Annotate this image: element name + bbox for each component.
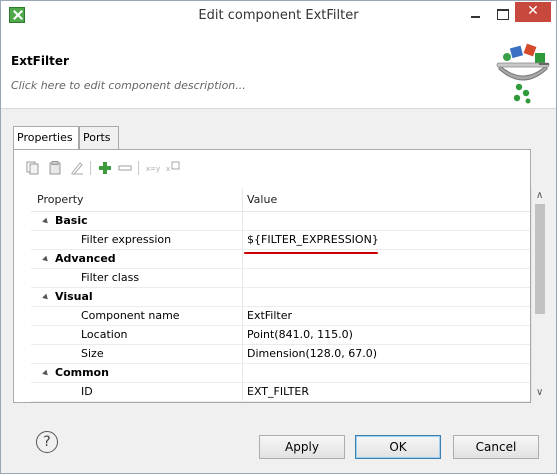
property-name: Filter expression — [81, 233, 172, 246]
expand-arrow-icon[interactable] — [42, 255, 50, 263]
edit-icon[interactable] — [70, 161, 84, 175]
column-header-value[interactable]: Value — [247, 193, 277, 206]
paste-icon[interactable] — [48, 161, 62, 175]
property-value[interactable]: EXT_FILTER — [247, 385, 309, 398]
svg-text:x=y: x=y — [146, 165, 160, 173]
cancel-button[interactable]: Cancel — [453, 435, 539, 459]
remove-icon[interactable] — [118, 161, 132, 175]
table-row[interactable]: Location Point(841.0, 115.0) — [31, 326, 530, 345]
properties-toolbar: x=y x — [14, 151, 530, 185]
table-row[interactable]: Advanced — [31, 250, 530, 269]
property-value[interactable]: Point(841.0, 115.0) — [247, 328, 353, 341]
property-value[interactable]: ${FILTER_EXPRESSION} — [247, 233, 379, 246]
close-button[interactable]: ✕ — [515, 2, 551, 22]
move-down-icon[interactable]: x — [166, 161, 182, 175]
property-name: ID — [81, 385, 93, 398]
component-name: ExtFilter — [11, 54, 69, 68]
add-icon[interactable] — [98, 161, 112, 175]
tab-ports[interactable]: Ports — [79, 126, 119, 150]
component-header: ExtFilter Click here to edit component d… — [1, 31, 556, 109]
ok-button[interactable]: OK — [355, 435, 441, 459]
table-row[interactable]: Component name ExtFilter — [31, 307, 530, 326]
property-name: Location — [81, 328, 128, 341]
property-name: Component name — [81, 309, 180, 322]
table-header: Property Value — [31, 188, 530, 212]
toolbar-separator — [90, 161, 91, 175]
move-up-icon[interactable]: x=y — [146, 161, 162, 175]
table-row[interactable]: Common — [31, 364, 530, 383]
vertical-scrollbar[interactable]: ∧ ∨ — [531, 188, 548, 402]
edit-component-dialog: Edit component ExtFilter ✕ ExtFilter Cli… — [0, 0, 557, 474]
group-label: Visual — [55, 290, 93, 303]
column-header-property[interactable]: Property — [37, 193, 84, 206]
apply-button[interactable]: Apply — [259, 435, 345, 459]
property-value[interactable]: Dimension(128.0, 67.0) — [247, 347, 377, 360]
expand-arrow-icon[interactable] — [42, 293, 50, 301]
table-row[interactable]: Visual — [31, 288, 530, 307]
title-bar[interactable]: Edit component ExtFilter ✕ — [1, 1, 556, 31]
table-row[interactable]: Size Dimension(128.0, 67.0) — [31, 345, 530, 364]
table-row[interactable]: Filter expression ${FILTER_EXPRESSION} — [31, 231, 530, 250]
scroll-down-arrow-icon[interactable]: ∨ — [536, 387, 543, 398]
expand-arrow-icon[interactable] — [42, 369, 50, 377]
property-value[interactable]: ExtFilter — [247, 309, 292, 322]
minimize-button[interactable] — [465, 5, 487, 25]
table-row[interactable]: Basic — [31, 212, 530, 231]
table-row[interactable]: ID EXT_FILTER — [31, 383, 530, 402]
group-label: Advanced — [55, 252, 116, 265]
scroll-thumb[interactable] — [535, 204, 545, 314]
property-name: Filter class — [81, 271, 140, 284]
copy-icon[interactable] — [26, 161, 40, 175]
table-row[interactable]: Filter class — [31, 269, 530, 288]
expand-arrow-icon[interactable] — [42, 217, 50, 225]
group-label: Common — [55, 366, 109, 379]
properties-table: Property Value Basic Filter expression $… — [31, 188, 530, 402]
help-icon[interactable]: ? — [36, 431, 58, 453]
property-name: Size — [81, 347, 104, 360]
group-label: Basic — [55, 214, 88, 227]
toolbar-separator — [138, 161, 139, 175]
tab-properties[interactable]: Properties — [13, 126, 79, 151]
filter-component-icon — [496, 43, 550, 104]
scroll-up-arrow-icon[interactable]: ∧ — [536, 190, 543, 201]
maximize-button[interactable] — [491, 5, 513, 25]
svg-text:x: x — [166, 165, 170, 173]
component-description[interactable]: Click here to edit component description… — [11, 79, 246, 92]
